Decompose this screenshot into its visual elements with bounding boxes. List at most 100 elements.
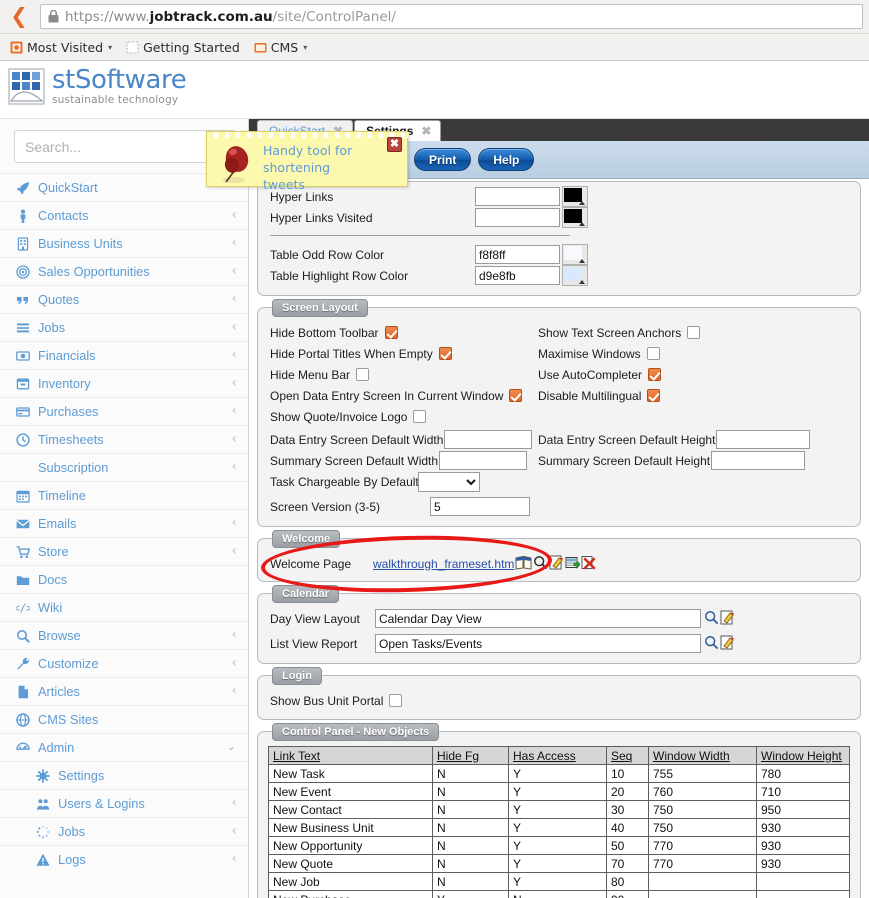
table-row[interactable]: New Task N Y 10 755 780 [268, 764, 850, 783]
search-input[interactable] [15, 131, 216, 162]
hyper-links-visited-input[interactable] [475, 208, 560, 227]
bookmark-getting-started[interactable]: Getting Started [122, 38, 246, 57]
chevron-left-icon[interactable]: ‹ [232, 238, 236, 249]
print-button[interactable]: Print [414, 148, 472, 171]
sidebar-item-jobs[interactable]: Jobs ‹ [0, 313, 248, 341]
sidebar-item-emails[interactable]: Emails ‹ [0, 509, 248, 537]
close-icon[interactable]: ✖ [387, 137, 402, 152]
table-row[interactable]: New Event N Y 20 760 710 [268, 782, 850, 801]
disable-multilingual-checkbox[interactable] [647, 389, 661, 402]
chevron-left-icon[interactable]: ‹ [232, 210, 236, 221]
maximise-windows-checkbox[interactable] [646, 347, 660, 360]
sidebar-item-articles[interactable]: Articles ‹ [0, 677, 248, 705]
table-column-header[interactable]: Link Text [268, 746, 433, 765]
table-row[interactable]: New Opportunity N Y 50 770 930 [268, 836, 850, 855]
bookmark-most-visited[interactable]: Most Visited ▾ [6, 38, 118, 57]
sidebar-item-timeline[interactable]: Timeline [0, 481, 248, 509]
sidebar-item-store[interactable]: Store ‹ [0, 537, 248, 565]
table-column-header[interactable]: Window Height [756, 746, 850, 765]
sidebar-item-admin[interactable]: Admin ⌄ [0, 733, 248, 761]
chevron-left-icon[interactable]: ‹ [232, 658, 236, 669]
chevron-left-icon[interactable]: ‹ [232, 686, 236, 697]
table-odd-row-color-input[interactable] [475, 245, 560, 264]
chevron-left-icon[interactable]: ‹ [232, 546, 236, 557]
hide-bottom-toolbar-checkbox[interactable] [384, 326, 398, 339]
summary-screen-default-width-input[interactable] [439, 451, 528, 470]
chevron-left-icon[interactable]: ‹ [232, 434, 236, 445]
magnifier-icon[interactable] [704, 610, 719, 628]
table-highlight-row-color-swatch[interactable] [562, 265, 588, 286]
bookmark-cms[interactable]: CMS ▾ [250, 38, 313, 57]
edit-pencil-icon[interactable] [720, 610, 735, 628]
chevron-left-icon[interactable]: ‹ [232, 294, 236, 305]
sidebar-item-wiki[interactable]: </> Wiki [0, 593, 248, 621]
chevron-left-icon[interactable]: ‹ [232, 630, 236, 641]
help-button[interactable]: Help [478, 148, 535, 171]
sidebar-item-users-logins[interactable]: Users & Logins ‹ [0, 789, 248, 817]
chevron-down-icon[interactable]: ⌄ [227, 742, 236, 753]
chevron-left-icon[interactable]: ‹ [232, 854, 236, 865]
welcome-page-link[interactable]: walkthrough_frameset.htm [373, 557, 514, 571]
sidebar-item-timesheets[interactable]: Timesheets ‹ [0, 425, 248, 453]
day-view-layout-input[interactable] [375, 609, 701, 628]
open-data-entry-screen-in-current-window-checkbox[interactable] [509, 389, 523, 402]
tab-close-icon[interactable]: ✖ [421, 124, 431, 138]
sidebar-item-jobs[interactable]: Jobs ‹ [0, 817, 248, 845]
table-column-header[interactable]: Hide Fg [432, 746, 509, 765]
table-column-header[interactable]: Has Access [508, 746, 607, 765]
table-row[interactable]: New Business Unit N Y 40 750 930 [268, 818, 850, 837]
data-entry-screen-default-height-input[interactable] [716, 430, 811, 449]
use-autocompleter-checkbox[interactable] [648, 368, 662, 381]
show-bus-unit-portal-checkbox[interactable] [389, 694, 403, 707]
table-row[interactable]: New Job N Y 80 [268, 872, 850, 891]
show-text-screen-anchors-checkbox[interactable] [687, 326, 701, 339]
edit-pencil-icon[interactable] [720, 635, 735, 653]
edit-pencil-icon[interactable] [549, 555, 564, 573]
screen-version-input[interactable] [430, 497, 530, 516]
hide-menu-bar-checkbox[interactable] [356, 368, 370, 381]
chevron-left-icon[interactable]: ‹ [232, 518, 236, 529]
summary-screen-default-height-input[interactable] [711, 451, 806, 470]
table-highlight-row-color-input[interactable] [475, 266, 560, 285]
chevron-left-icon[interactable]: ‹ [232, 798, 236, 809]
magnifier-icon[interactable] [704, 635, 719, 653]
chevron-left-icon[interactable]: ‹ [232, 322, 236, 333]
site-logo[interactable]: stSoftware sustainable technology [8, 67, 187, 106]
book-icon[interactable] [515, 555, 532, 573]
list-view-report-input[interactable] [375, 634, 701, 653]
sidebar-item-customize[interactable]: Customize ‹ [0, 649, 248, 677]
magnifier-icon[interactable] [533, 555, 548, 573]
task-chargeable-by-default-select[interactable] [418, 471, 480, 492]
data-entry-screen-default-width-input[interactable] [444, 430, 533, 449]
table-odd-row-color-swatch[interactable] [562, 244, 588, 265]
chevron-left-icon[interactable]: ‹ [232, 350, 236, 361]
sidebar-item-quotes[interactable]: Quotes ‹ [0, 285, 248, 313]
hyper-links-color-swatch[interactable] [562, 186, 588, 207]
chevron-left-icon[interactable]: ‹ [232, 266, 236, 277]
hyper-links-input[interactable] [475, 187, 560, 206]
delete-icon[interactable] [581, 555, 596, 573]
table-row[interactable]: New Quote N Y 70 770 930 [268, 854, 850, 873]
url-input[interactable]: https://www. jobtrack.com.au/site/Control… [40, 4, 863, 29]
chevron-left-icon[interactable]: ‹ [232, 826, 236, 837]
new-record-icon[interactable] [565, 555, 581, 573]
sidebar-item-financials[interactable]: Financials ‹ [0, 341, 248, 369]
table-column-header[interactable]: Window Width [648, 746, 757, 765]
sidebar-item-logs[interactable]: Logs ‹ [0, 845, 248, 873]
hide-portal-titles-when-empty-checkbox[interactable] [438, 347, 452, 360]
sidebar-item-purchases[interactable]: Purchases ‹ [0, 397, 248, 425]
sidebar-item-settings[interactable]: Settings [0, 761, 248, 789]
sidebar-item-contacts[interactable]: Contacts ‹ [0, 201, 248, 229]
sidebar-item-subscription[interactable]: Subscription ‹ [0, 453, 248, 481]
table-column-header[interactable]: Seq [606, 746, 649, 765]
back-chevron-icon[interactable]: ❮ [4, 2, 34, 32]
chevron-left-icon[interactable]: ‹ [232, 406, 236, 417]
sidebar-item-sales-opportunities[interactable]: Sales Opportunities ‹ [0, 257, 248, 285]
chevron-left-icon[interactable]: ‹ [232, 462, 236, 473]
sidebar-item-browse[interactable]: Browse ‹ [0, 621, 248, 649]
chevron-left-icon[interactable]: ‹ [232, 378, 236, 389]
show-quote-invoice-logo-checkbox[interactable] [413, 410, 427, 423]
sidebar-item-inventory[interactable]: Inventory ‹ [0, 369, 248, 397]
hyper-links-visited-color-swatch[interactable] [562, 207, 588, 228]
sidebar-item-docs[interactable]: Docs [0, 565, 248, 593]
